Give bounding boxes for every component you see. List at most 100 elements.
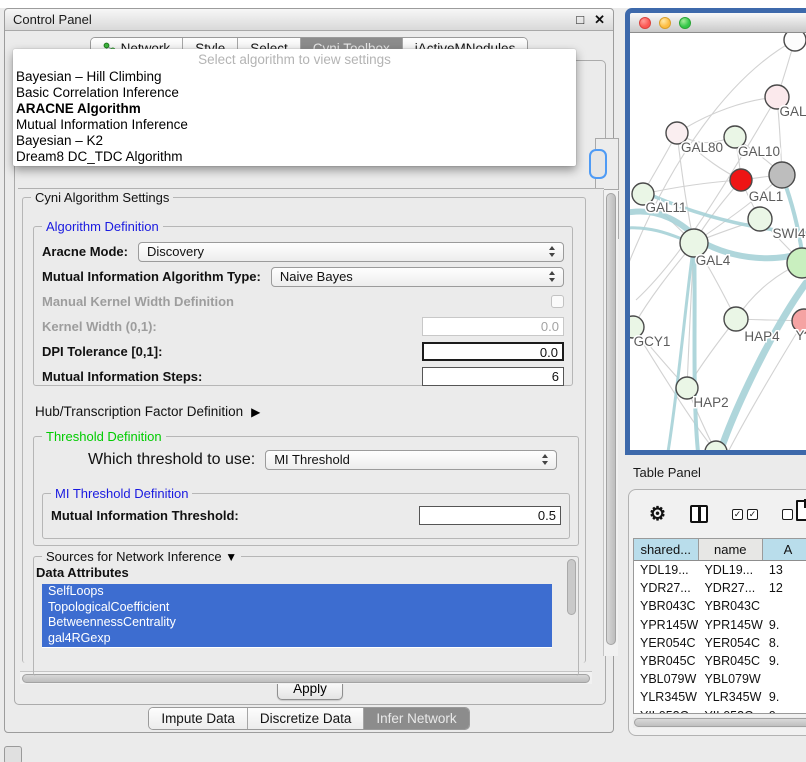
minimize-traffic-light-icon[interactable] <box>659 17 671 29</box>
algorithm-definition-title: Algorithm Definition <box>42 219 163 234</box>
data-attributes-list[interactable]: SelfLoopsTopologicalCoefficientBetweenne… <box>42 584 552 648</box>
expand-right-icon[interactable]: ▶ <box>251 405 260 419</box>
attribute-item-topologicalcoefficient[interactable]: TopologicalCoefficient <box>42 600 552 616</box>
network-node-hap4[interactable] <box>724 307 748 331</box>
algorithm-item-dream8-dc-tdc-algorithm[interactable]: Dream8 DC_TDC Algorithm <box>13 149 576 165</box>
node-attribute-table[interactable]: shared...nameA YDL19...YDL19...13 YDR27..… <box>633 538 806 714</box>
combo-stepper-icon <box>542 454 548 465</box>
algorithm-item-bayesian-k2[interactable]: Bayesian – K2 <box>13 133 576 149</box>
combo-stepper-icon <box>549 271 555 282</box>
sources-title: Sources for Network Inference ▼ <box>42 549 241 564</box>
attribute-item-betweennesscentrality[interactable]: BetweennessCentrality <box>42 615 552 631</box>
table-cell: YIL052C <box>634 709 698 714</box>
table-row[interactable]: YBL079WYBL079W <box>634 670 806 688</box>
column-header-name[interactable]: name <box>699 539 764 560</box>
obscured-focused-button-fragment <box>589 149 607 179</box>
table-cell: 8. <box>763 636 806 650</box>
table-cell: YPR145W <box>698 618 762 632</box>
network-view-window: GALGAL80GAL10GAL1GAL11SWI4GAL4GCY1HAP4YH… <box>625 8 806 455</box>
table-row[interactable]: YPR145WYPR145W9. <box>634 616 806 634</box>
combo-stepper-icon <box>549 246 555 257</box>
table-row[interactable]: YLR345WYLR345W9. <box>634 688 806 706</box>
table-horizontal-scrollbar-thumb[interactable] <box>634 718 806 727</box>
attribute-item-selfloops[interactable]: SelfLoops <box>42 584 552 600</box>
network-node[interactable] <box>787 248 806 278</box>
vertical-scrollbar[interactable] <box>603 190 618 656</box>
attribute-item-gal4rgexp[interactable]: gal4RGexp <box>42 631 552 647</box>
table-cell: 9. <box>763 690 806 704</box>
select-all-columns-icon[interactable]: ✓ ✓ <box>732 509 758 520</box>
table-cell: 9. <box>763 654 806 668</box>
node-label-gal1: GAL1 <box>749 189 784 204</box>
network-node-gal1[interactable] <box>730 169 752 191</box>
table-cell: YBR043C <box>698 599 762 613</box>
mi-algorithm-type-label: Mutual Information Algorithm Type: <box>42 269 261 284</box>
desktop-corner-widget[interactable] <box>4 746 22 762</box>
tab-infer-network[interactable]: Infer Network <box>364 708 468 729</box>
algorithm-item-aracne-algorithm[interactable]: ARACNE Algorithm <box>13 101 576 117</box>
node-label-gal: GAL <box>779 104 806 119</box>
column-header-a[interactable]: A <box>763 539 806 560</box>
algorithm-item-bayesian-hill-climbing[interactable]: Bayesian – Hill Climbing <box>13 69 576 85</box>
mutual-information-threshold-field[interactable]: 0.5 <box>419 506 561 525</box>
collapse-down-icon[interactable]: ▼ <box>225 550 237 564</box>
tab-impute-data[interactable]: Impute Data <box>149 708 248 729</box>
network-node-swi4[interactable] <box>748 207 772 231</box>
attributes-scrollbar-thumb[interactable] <box>567 559 576 615</box>
table-cell: YDL19... <box>698 563 762 577</box>
tab-label: Discretize Data <box>260 711 352 726</box>
mi-steps-field[interactable]: 6 <box>422 367 564 386</box>
table-cell: YIL052C <box>698 709 762 714</box>
table-row[interactable]: YER054CYER054C8. <box>634 634 806 652</box>
network-node[interactable] <box>784 33 806 51</box>
close-traffic-light-icon[interactable] <box>639 17 651 29</box>
hub-definition-section[interactable]: Hub/Transcription Factor Definition ▶ <box>35 404 260 419</box>
node-label-gal11: GAL11 <box>645 200 686 215</box>
table-row[interactable]: YDR27...YDR27...12 <box>634 579 806 597</box>
table-header-row: shared...nameA <box>634 539 806 561</box>
node-label-hap2: HAP2 <box>693 395 728 410</box>
table-cell: YDL19... <box>634 563 698 577</box>
table-cell: YBL079W <box>634 672 698 686</box>
float-window-icon[interactable]: □ <box>576 12 584 28</box>
dpi-tolerance-field[interactable]: 0.0 <box>422 342 564 361</box>
table-cell: YBR045C <box>698 654 762 668</box>
mi-algorithm-type-select[interactable]: Naive Bayes <box>271 267 564 287</box>
which-threshold-label: Which threshold to use: <box>88 451 255 469</box>
control-panel-titlebar: Control Panel □ ✕ <box>5 9 613 31</box>
table-cell: YDR27... <box>634 581 698 595</box>
algorithm-item-mutual-information-inference[interactable]: Mutual Information Inference <box>13 117 576 133</box>
cyni-algorithm-settings-title: Cyni Algorithm Settings <box>31 190 173 205</box>
table-row[interactable]: YBR043CYBR043C <box>634 597 806 615</box>
columns-icon[interactable] <box>690 505 708 523</box>
algorithm-item-basic-correlation-inference[interactable]: Basic Correlation Inference <box>13 85 576 101</box>
table-panel: ⚙ ✓ ✓ shared...nameA YDL19...YDL19...13Y… <box>628 489 806 736</box>
table-cell: 12 <box>763 581 806 595</box>
table-horizontal-scrollbar[interactable] <box>633 717 806 728</box>
table-cell: 9. <box>763 709 806 714</box>
table-body: YDL19...YDL19...13YDR27...YDR27...12YBR0… <box>634 561 806 714</box>
gear-icon[interactable]: ⚙ <box>649 505 666 524</box>
which-threshold-select[interactable]: MI Threshold <box>265 450 557 470</box>
table-row[interactable]: YIL052CYIL052C9. <box>634 707 806 715</box>
manual-kernel-width-checkbox[interactable] <box>551 295 564 308</box>
kernel-width-field[interactable]: 0.0 <box>422 317 564 336</box>
table-cell: YER054C <box>634 636 698 650</box>
network-graph[interactable]: GALGAL80GAL10GAL1GAL11SWI4GAL4GCY1HAP4YH… <box>630 33 806 450</box>
table-row[interactable]: YDL19...YDL19...13 <box>634 561 806 579</box>
table-cell: YER054C <box>698 636 762 650</box>
vertical-scrollbar-thumb[interactable] <box>606 193 616 645</box>
aracne-mode-select[interactable]: Discovery <box>138 242 564 262</box>
close-window-icon[interactable]: ✕ <box>594 12 605 28</box>
export-table-icon[interactable] <box>796 500 806 521</box>
network-node[interactable] <box>769 162 795 188</box>
zoom-traffic-light-icon[interactable] <box>679 17 691 29</box>
table-cell: YLR345W <box>698 690 762 704</box>
table-row[interactable]: YBR045CYBR045C9. <box>634 652 806 670</box>
column-header-shared[interactable]: shared... <box>634 539 699 560</box>
network-canvas[interactable]: GALGAL80GAL10GAL1GAL11SWI4GAL4GCY1HAP4YH… <box>630 33 806 450</box>
node-label-gcy1: GCY1 <box>634 334 671 349</box>
threshold-definition-group: Threshold Definition Which threshold to … <box>33 436 579 546</box>
table-cell: YPR145W <box>634 618 698 632</box>
tab-discretize-data[interactable]: Discretize Data <box>248 708 365 729</box>
